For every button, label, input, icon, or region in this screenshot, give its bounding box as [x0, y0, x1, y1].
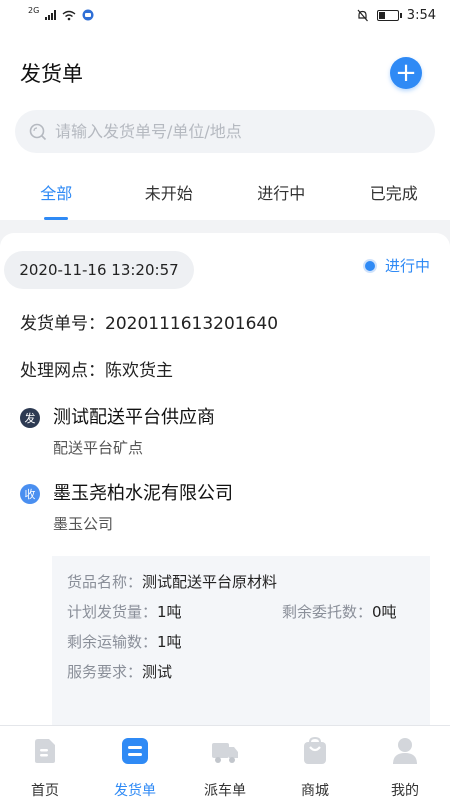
user-icon [393, 738, 417, 764]
tabbar-dispatch-label: 派车单 [204, 783, 246, 799]
order-datetime: 2020-11-16 13:20:57 [4, 251, 194, 289]
receiver-badge-icon: 收 [20, 484, 40, 504]
remaining-entrust-label: 剩余委托数： [282, 603, 373, 621]
tab-all[interactable]: 全部 [0, 174, 113, 220]
remaining-transport-row: 剩余运输数：1吨 [67, 631, 182, 652]
home-icon [35, 739, 55, 763]
remaining-entrust-value: 0吨 [372, 603, 397, 621]
battery-icon [376, 9, 402, 21]
truck-icon [212, 743, 238, 763]
page-title: 发货单 [20, 62, 83, 86]
goods-name-value: 测试配送平台原材料 [142, 573, 278, 591]
remaining-transport-label: 剩余运输数： [67, 633, 158, 651]
invoice-icon [122, 738, 148, 764]
add-button[interactable]: + [390, 57, 422, 89]
tab-completed[interactable]: 已完成 [338, 174, 450, 220]
status-badge: 进行中 [362, 255, 430, 276]
planned-qty-value: 1吨 [157, 603, 182, 621]
clock: 3:54 [406, 7, 436, 23]
tabbar-home-label: 首页 [31, 783, 59, 799]
service-requirement-label: 服务要求： [67, 663, 143, 681]
status-right: 3:54 [356, 8, 436, 23]
search-icon [29, 123, 47, 140]
search-bar[interactable] [15, 110, 435, 153]
order-card[interactable]: 2020-11-16 13:20:57 进行中 发货单号：20201116132… [0, 233, 450, 725]
tabbar-profile[interactable]: 我的 [360, 726, 450, 800]
tabbar-profile-label: 我的 [391, 783, 419, 799]
app-notification-icon [82, 9, 94, 21]
goods-detail-box: 货品名称：测试配送平台原材料 计划发货量：1吨 剩余委托数：0吨 剩余运输数：1… [52, 556, 430, 725]
processing-branch: 处理网点：陈欢货主 [20, 361, 173, 381]
bell-muted-icon [357, 9, 368, 21]
tabbar-shop[interactable]: 商城 [270, 726, 360, 800]
goods-name-row: 货品名称：测试配送平台原材料 [67, 571, 277, 592]
status-left: 2G [28, 5, 94, 21]
network-type: 2G [28, 5, 40, 15]
status-label: 进行中 [384, 257, 430, 275]
bottom-tab-bar: 首页 发货单 派车单 商城 我的 [0, 725, 450, 800]
remaining-entrust-row: 剩余委托数：0吨 [282, 601, 397, 622]
goods-name-label: 货品名称： [67, 573, 143, 591]
tabbar-invoice-label: 发货单 [114, 783, 156, 799]
plus-icon: + [395, 58, 417, 88]
receiver-name: 墨玉尧柏水泥有限公司 [53, 483, 233, 504]
signal-icon [45, 10, 57, 20]
tabbar-home[interactable]: 首页 [0, 726, 90, 800]
service-requirement-value: 测试 [142, 663, 173, 681]
sender-name: 测试配送平台供应商 [53, 407, 215, 428]
sender-location: 配送平台矿点 [53, 439, 144, 457]
planned-qty-row: 计划发货量：1吨 [67, 601, 182, 622]
tab-not-started[interactable]: 未开始 [113, 174, 226, 220]
remaining-transport-value: 1吨 [157, 633, 182, 651]
search-input[interactable] [55, 122, 421, 141]
order-number: 发货单号：2020111613201640 [20, 314, 279, 334]
shop-bag-icon [304, 736, 326, 764]
tabbar-invoice[interactable]: 发货单 [90, 726, 180, 800]
service-requirement-row: 服务要求：测试 [67, 661, 172, 682]
wifi-icon [62, 10, 76, 20]
tab-in-progress[interactable]: 进行中 [225, 174, 338, 220]
sender-badge-icon: 发 [20, 408, 40, 428]
tabbar-shop-label: 商城 [301, 783, 329, 799]
status-tabs: 全部 未开始 进行中 已完成 [0, 174, 450, 220]
battery-level [378, 11, 385, 19]
header: 发货单 + [0, 50, 450, 96]
receiver-location: 墨玉公司 [53, 515, 114, 533]
status-bar: 2G 3:54 [0, 0, 450, 30]
tabbar-dispatch[interactable]: 派车单 [180, 726, 270, 800]
status-dot-icon [362, 258, 377, 273]
planned-qty-label: 计划发货量： [67, 603, 158, 621]
